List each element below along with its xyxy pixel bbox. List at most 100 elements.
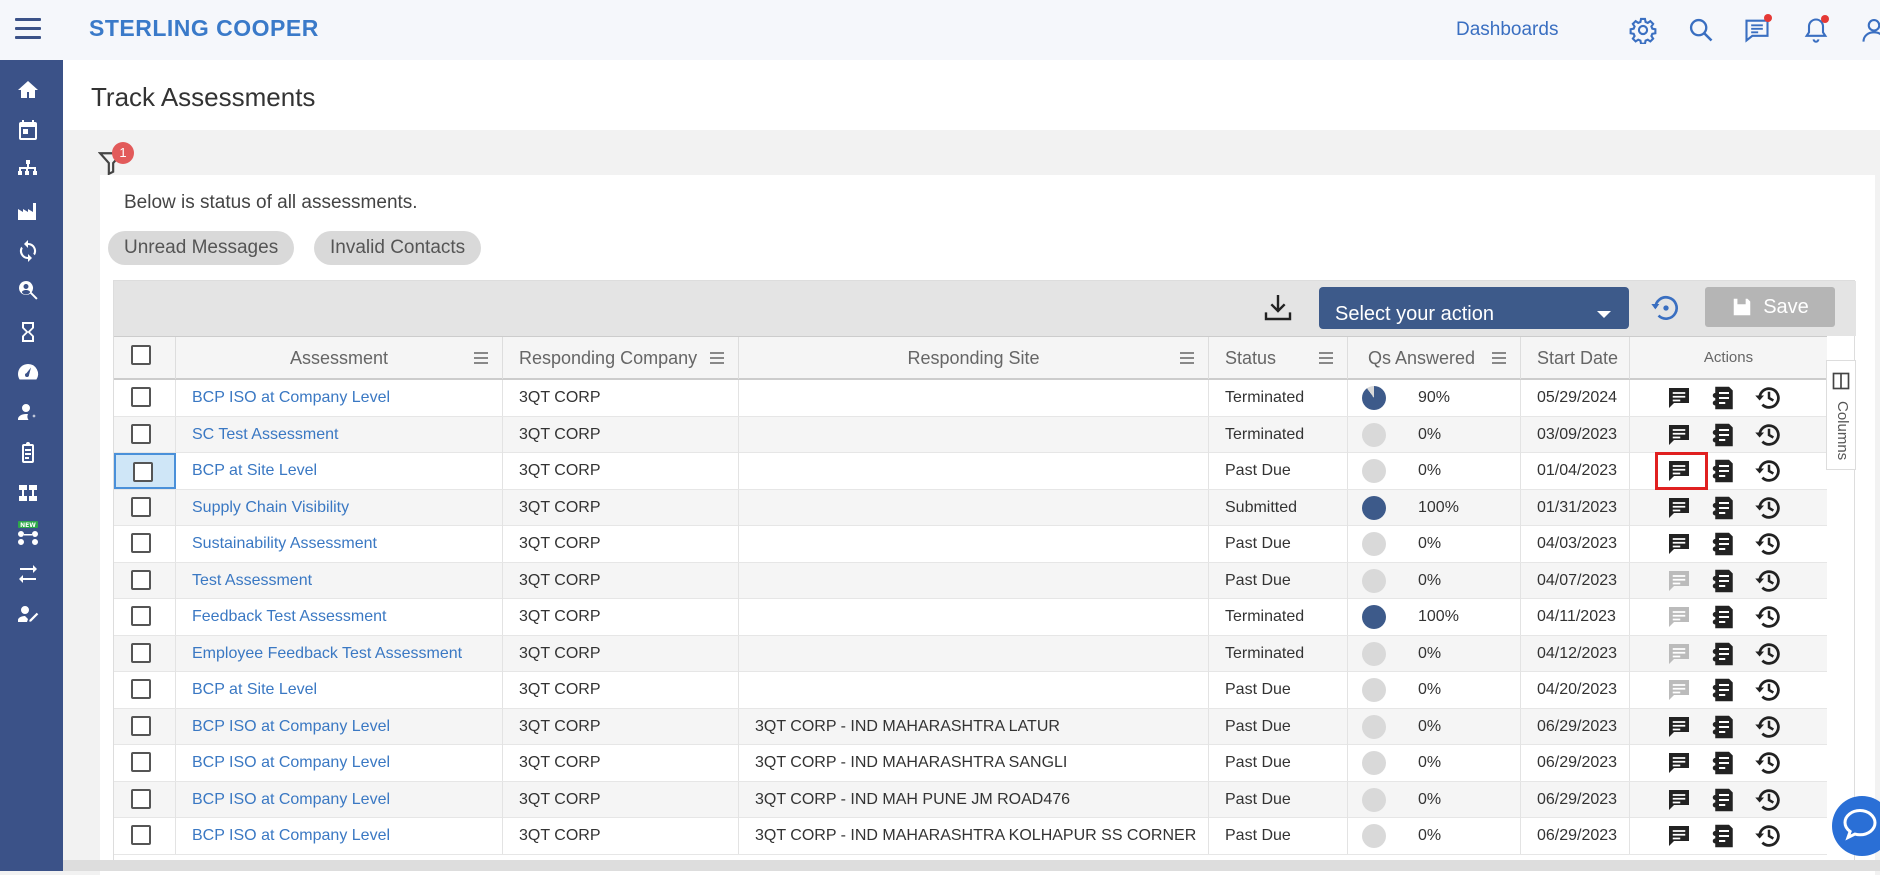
gauge-icon[interactable] [14, 358, 42, 386]
select-all-checkbox[interactable] [131, 345, 151, 365]
row-select-cell[interactable] [114, 416, 176, 453]
download-icon[interactable] [1262, 291, 1294, 325]
chip-invalid-contacts[interactable]: Invalid Contacts [314, 231, 482, 265]
history-icon[interactable] [1754, 529, 1784, 559]
header-assessment[interactable]: Assessment [176, 337, 503, 379]
row-checkbox[interactable] [131, 752, 151, 772]
assessment-link[interactable]: Test Assessment [176, 562, 503, 599]
row-checkbox[interactable] [131, 606, 151, 626]
message-icon[interactable] [1664, 748, 1694, 778]
row-checkbox[interactable] [131, 679, 151, 699]
header-responding-site[interactable]: Responding Site [739, 337, 1209, 379]
hourglass-icon[interactable] [14, 318, 42, 346]
hierarchy-icon[interactable] [14, 156, 42, 184]
table-row[interactable]: Supply Chain Visibility 3QT CORP Submitted… [114, 489, 1827, 526]
header-status[interactable]: Status [1209, 337, 1348, 379]
column-menu-icon[interactable] [1319, 352, 1333, 364]
column-menu-icon[interactable] [710, 352, 724, 364]
table-row[interactable]: BCP ISO at Company Level 3QT CORP 3QT CORP… [114, 818, 1827, 855]
history-icon[interactable] [1754, 383, 1784, 413]
survey-list-icon[interactable] [1709, 821, 1739, 851]
survey-list-icon[interactable] [1709, 456, 1739, 486]
assessment-link[interactable]: Supply Chain Visibility [176, 489, 503, 526]
header-qs-answered[interactable]: Qs Answered [1348, 337, 1521, 379]
table-row[interactable]: Feedback Test Assessment 3QT CORP Terminat… [114, 599, 1827, 636]
survey-list-icon[interactable] [1709, 383, 1739, 413]
message-icon[interactable] [1664, 420, 1694, 450]
user-settings-icon[interactable] [14, 398, 42, 426]
brand-logo[interactable]: STERLING COOPER [89, 15, 319, 42]
survey-list-icon[interactable] [1709, 493, 1739, 523]
hamburger-menu-icon[interactable] [15, 18, 41, 40]
column-menu-icon[interactable] [1180, 352, 1194, 364]
survey-list-icon[interactable] [1709, 566, 1739, 596]
row-select-cell[interactable] [114, 562, 176, 599]
search-icon[interactable] [1687, 16, 1715, 44]
table-row[interactable]: SC Test Assessment 3QT CORP Terminated 0% 03… [114, 416, 1827, 453]
assessment-link[interactable]: BCP at Site Level [176, 672, 503, 708]
row-select-cell[interactable] [114, 380, 176, 416]
history-icon[interactable] [1754, 785, 1784, 815]
table-row[interactable]: Test Assessment 3QT CORP Past Due 0% 04/07/2… [114, 562, 1827, 599]
user-edit-icon[interactable] [14, 600, 42, 628]
history-icon[interactable] [1754, 456, 1784, 486]
table-row[interactable]: BCP ISO at Company Level 3QT CORP 3QT CORP… [114, 745, 1827, 782]
chip-unread-messages[interactable]: Unread Messages [108, 231, 295, 265]
history-icon[interactable] [1754, 675, 1784, 705]
survey-list-icon[interactable] [1709, 420, 1739, 450]
assessment-link[interactable]: BCP ISO at Company Level [176, 818, 503, 854]
transfer-icon[interactable] [14, 560, 42, 588]
message-icon[interactable] [1664, 785, 1694, 815]
search-person-icon[interactable] [14, 277, 42, 305]
bell-icon[interactable] [1802, 15, 1830, 44]
table-row[interactable]: BCP ISO at Company Level 3QT CORP 3QT CORP… [114, 708, 1827, 745]
row-checkbox[interactable] [131, 533, 151, 553]
org-chart-icon[interactable] [14, 479, 42, 507]
row-select-cell[interactable] [114, 635, 176, 672]
survey-list-icon[interactable] [1709, 748, 1739, 778]
history-icon[interactable] [1754, 821, 1784, 851]
row-checkbox[interactable] [131, 788, 151, 809]
row-checkbox[interactable] [131, 642, 151, 663]
row-select-cell[interactable] [114, 526, 176, 562]
row-select-cell[interactable] [114, 599, 176, 635]
save-button[interactable]: Save [1705, 287, 1835, 327]
history-icon[interactable] [1754, 493, 1784, 523]
message-icon[interactable] [1664, 566, 1694, 596]
clipboard-icon[interactable] [14, 439, 42, 467]
row-checkbox[interactable] [131, 825, 151, 845]
history-icon[interactable] [1754, 748, 1784, 778]
assessment-link[interactable]: BCP ISO at Company Level [176, 781, 503, 818]
history-icon[interactable] [1754, 420, 1784, 450]
history-icon[interactable] [1754, 566, 1784, 596]
row-select-cell[interactable] [114, 489, 176, 526]
assessment-link[interactable]: Sustainability Assessment [176, 526, 503, 562]
row-checkbox[interactable] [131, 423, 151, 444]
restore-icon[interactable] [1650, 292, 1682, 324]
row-select-cell[interactable] [114, 745, 176, 781]
row-checkbox[interactable] [131, 496, 151, 517]
row-select-cell[interactable] [114, 672, 176, 708]
history-icon[interactable] [1754, 639, 1784, 669]
message-icon[interactable] [1664, 602, 1694, 632]
survey-list-icon[interactable] [1709, 529, 1739, 559]
history-icon[interactable] [1754, 602, 1784, 632]
column-menu-icon[interactable] [474, 352, 488, 364]
table-row[interactable]: BCP ISO at Company Level 3QT CORP 3QT CORP… [114, 781, 1827, 818]
survey-list-icon[interactable] [1709, 602, 1739, 632]
message-icon[interactable] [1664, 675, 1694, 705]
gear-icon[interactable] [1629, 16, 1657, 45]
row-checkbox[interactable] [131, 387, 151, 407]
action-select[interactable]: Select your action [1319, 287, 1629, 329]
table-row[interactable]: BCP at Site Level 3QT CORP Past Due 0% 04/20… [114, 672, 1827, 709]
table-row[interactable]: Sustainability Assessment 3QT CORP Past Du… [114, 526, 1827, 563]
new-feature-icon[interactable]: NEW [14, 519, 42, 547]
user-icon[interactable] [1860, 16, 1880, 44]
message-icon[interactable] [1664, 493, 1694, 523]
assessment-link[interactable]: Employee Feedback Test Assessment [176, 635, 503, 672]
dashboards-link[interactable]: Dashboards [1456, 19, 1558, 41]
table-row[interactable]: Employee Feedback Test Assessment 3QT COR… [114, 635, 1827, 672]
survey-list-icon[interactable] [1709, 639, 1739, 669]
row-checkbox[interactable] [133, 462, 153, 482]
survey-list-icon[interactable] [1709, 675, 1739, 705]
